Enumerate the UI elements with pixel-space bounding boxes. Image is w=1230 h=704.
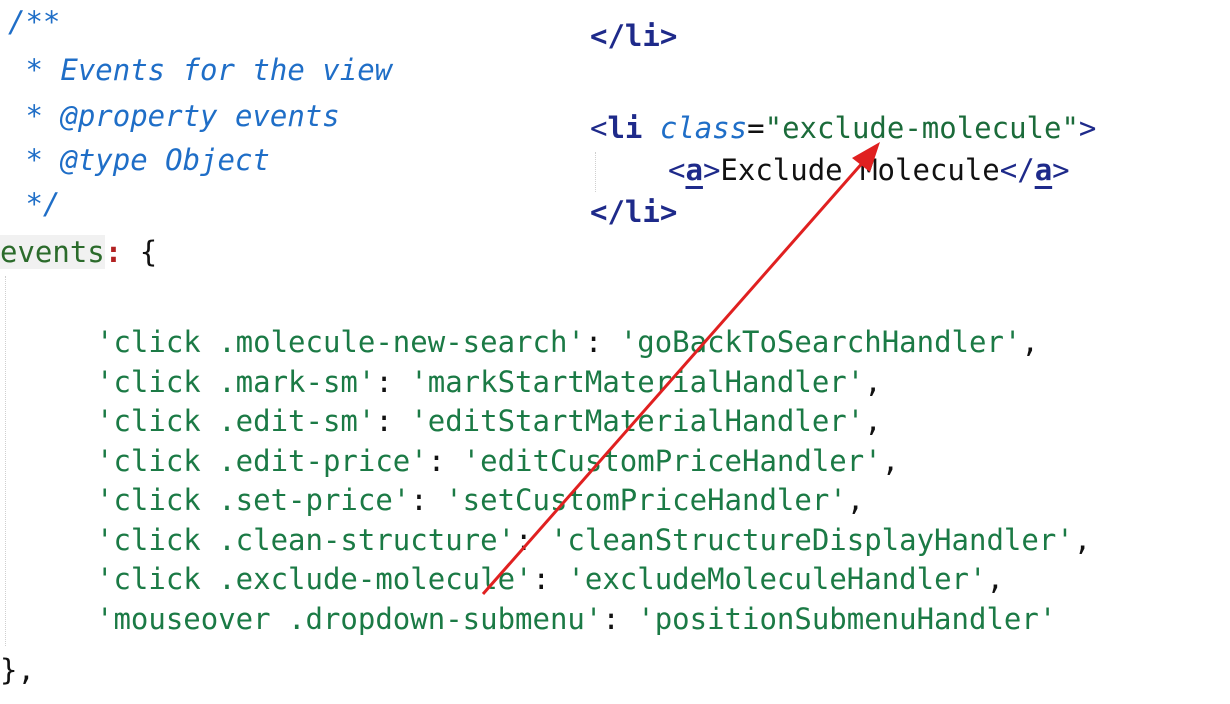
arrow-line [481,151,874,595]
arrow-head [852,142,880,172]
annotation-arrow [481,142,880,595]
